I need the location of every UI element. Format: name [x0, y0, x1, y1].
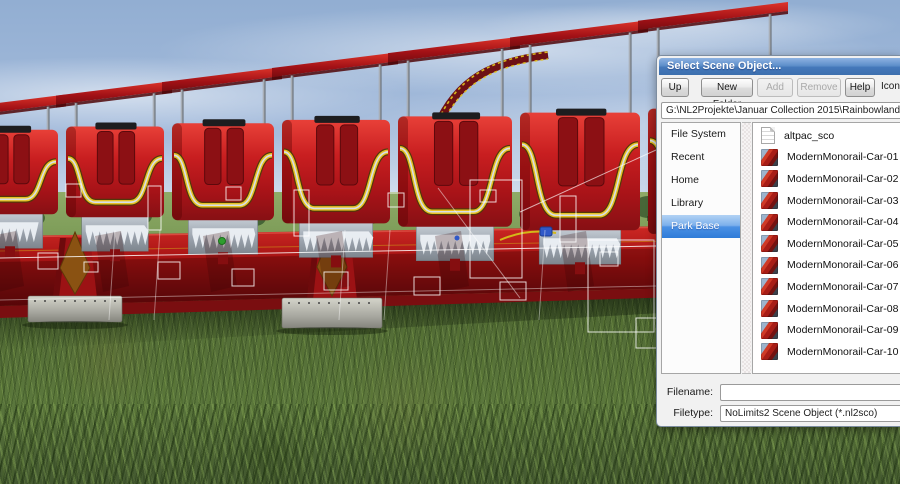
- dialog-main-area: File SystemRecentHomeLibraryPark Base al…: [657, 122, 900, 374]
- sidebar-item-recent[interactable]: Recent: [662, 146, 740, 169]
- help-button[interactable]: Help: [845, 78, 875, 97]
- file-item[interactable]: ModernMonorail-Car-06: [753, 255, 900, 277]
- file-item[interactable]: ModernMonorail-Car-03: [753, 190, 900, 212]
- up-button[interactable]: Up: [661, 78, 689, 97]
- filename-input[interactable]: [720, 384, 900, 401]
- file-name: ModernMonorail-Car-01: [787, 151, 898, 163]
- new-folder-button[interactable]: New Folder: [701, 78, 753, 97]
- thumbnail-icon: [761, 278, 778, 295]
- icon-size-label: Icon Size: [881, 81, 900, 92]
- file-name: ModernMonorail-Car-02: [787, 173, 898, 185]
- path-input[interactable]: [661, 102, 900, 119]
- location-sidebar: File SystemRecentHomeLibraryPark Base: [661, 122, 741, 374]
- sidebar-item-park-base[interactable]: Park Base: [662, 215, 740, 238]
- file-name: ModernMonorail-Car-03: [787, 195, 898, 207]
- file-name: ModernMonorail-Car-08: [787, 303, 898, 315]
- file-list: altpac_sco ModernMonorail-Car-01 ModernMon…: [752, 122, 900, 374]
- file-name: altpac_sco: [784, 130, 834, 142]
- filetype-select[interactable]: [720, 405, 900, 422]
- dialog-toolbar: Up New Folder Add Remove Help Icon Size: [657, 78, 900, 100]
- thumbnail-icon: [761, 192, 778, 209]
- file-icon: [761, 127, 775, 144]
- panel-splitter[interactable]: [742, 122, 751, 374]
- file-item[interactable]: ModernMonorail-Car-07: [753, 276, 900, 298]
- thumbnail-icon: [761, 300, 778, 317]
- file-item[interactable]: ModernMonorail-Car-09: [753, 319, 900, 341]
- file-name: ModernMonorail-Car-07: [787, 281, 898, 293]
- file-name: ModernMonorail-Car-04: [787, 216, 898, 228]
- dialog-titlebar[interactable]: Select Scene Object...: [659, 58, 900, 75]
- file-name: ModernMonorail-Car-05: [787, 238, 898, 250]
- thumbnail-icon: [761, 149, 778, 166]
- file-name: ModernMonorail-Car-09: [787, 324, 898, 336]
- thumbnail-icon: [761, 214, 778, 231]
- file-name: ModernMonorail-Car-06: [787, 259, 898, 271]
- file-item[interactable]: ModernMonorail-Car-04: [753, 211, 900, 233]
- thumbnail-icon: [761, 170, 778, 187]
- sidebar-item-file-system[interactable]: File System: [662, 123, 740, 146]
- filetype-label: Filetype:: [657, 407, 713, 419]
- add-button: Add: [757, 78, 793, 97]
- thumbnail-icon: [761, 257, 778, 274]
- filename-label: Filename:: [657, 386, 713, 398]
- file-name: ModernMonorail-Car-10: [787, 346, 898, 358]
- file-item[interactable]: altpac_sco: [753, 125, 900, 147]
- file-item[interactable]: ModernMonorail-Car-01: [753, 147, 900, 169]
- app-window: Select Scene Object... Up New Folder Add…: [0, 0, 900, 484]
- thumbnail-icon: [761, 235, 778, 252]
- file-item[interactable]: ModernMonorail-Car-10: [753, 341, 900, 363]
- sidebar-item-home[interactable]: Home: [662, 169, 740, 192]
- remove-button: Remove: [797, 78, 841, 97]
- file-item[interactable]: ModernMonorail-Car-02: [753, 168, 900, 190]
- select-scene-object-dialog: Select Scene Object... Up New Folder Add…: [656, 55, 900, 427]
- file-item[interactable]: ModernMonorail-Car-08: [753, 298, 900, 320]
- thumbnail-icon: [761, 343, 778, 360]
- file-item[interactable]: ModernMonorail-Car-05: [753, 233, 900, 255]
- thumbnail-icon: [761, 322, 778, 339]
- sidebar-item-library[interactable]: Library: [662, 192, 740, 215]
